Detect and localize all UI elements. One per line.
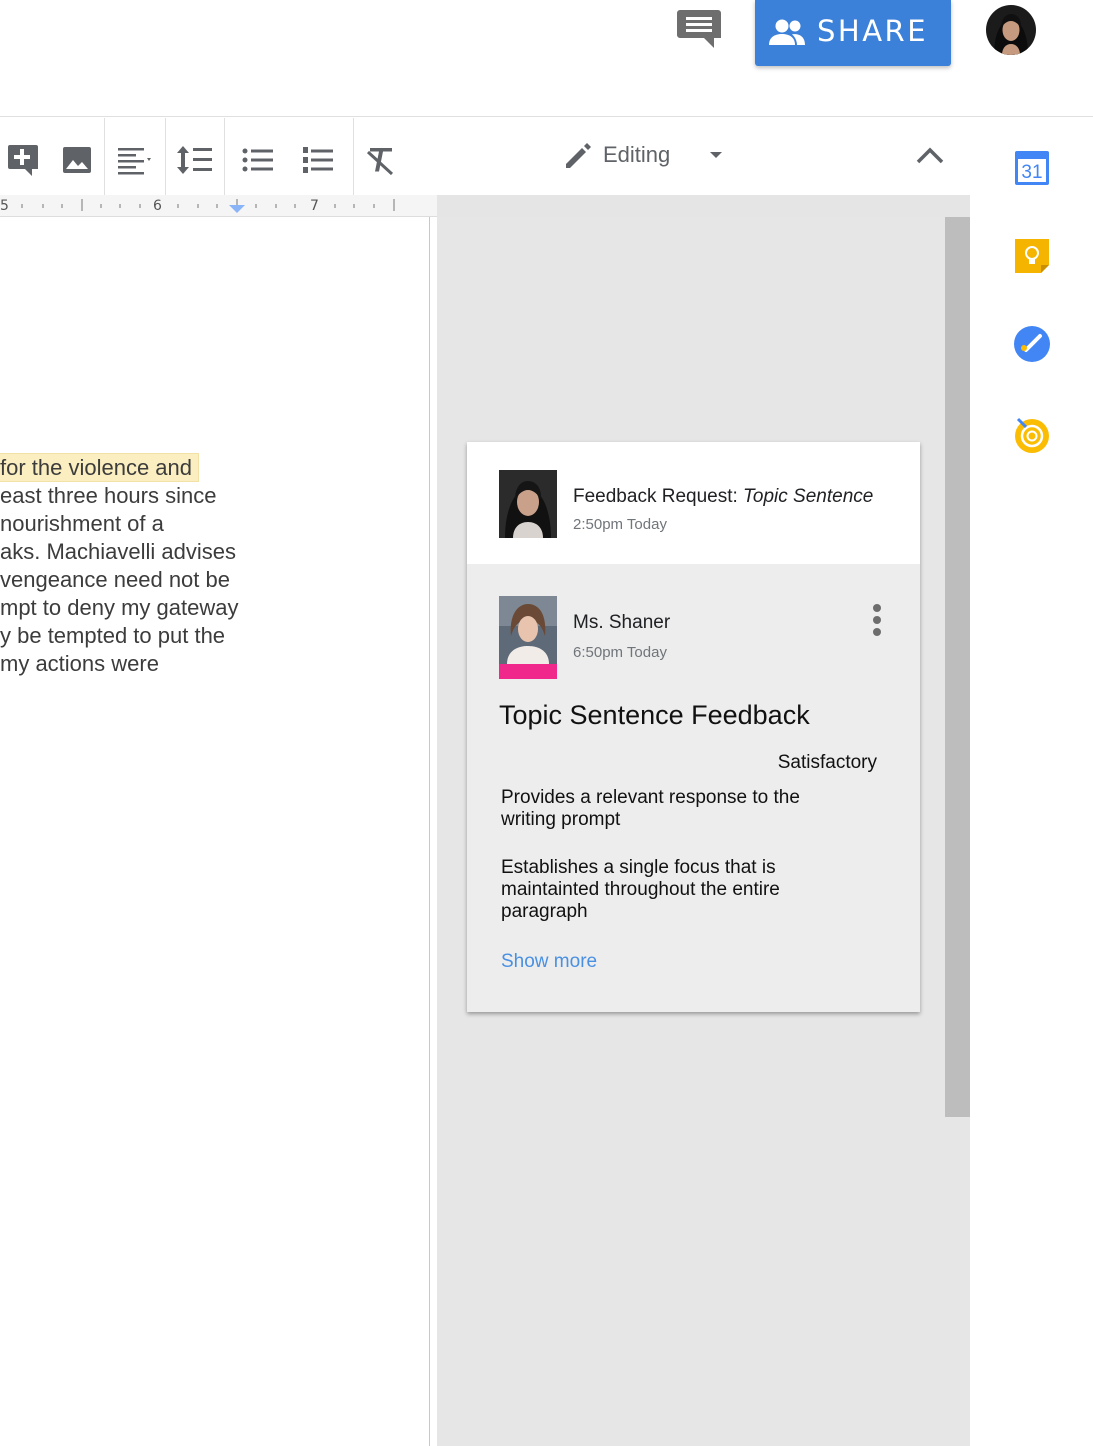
teacher-name: Ms. Shaner — [573, 612, 671, 633]
editor-toolbar: Editing — [0, 118, 970, 195]
insert-comment-icon — [8, 145, 38, 176]
insert-comment-button[interactable] — [2, 140, 42, 180]
ruler-number: 6 — [153, 198, 162, 214]
rating-label: Satisfactory — [777, 752, 877, 773]
account-avatar[interactable] — [986, 5, 1036, 55]
align-left-icon — [118, 148, 151, 175]
pencil-icon — [566, 143, 591, 168]
document-line: my actions were — [0, 651, 159, 676]
document-line: mpt to deny my gateway — [0, 595, 239, 620]
insert-image-button[interactable] — [57, 140, 97, 180]
feedback-card[interactable]: Feedback Request: Topic Sentence 2:50pm … — [467, 442, 920, 1012]
document-line: east three hours since — [0, 483, 217, 508]
criterion-item: Establishes a single focus that is maint… — [501, 857, 780, 922]
document-page[interactable] — [0, 217, 430, 1446]
dropdown-caret-icon — [710, 152, 722, 158]
document-line: y be tempted to put the — [0, 623, 226, 648]
line-spacing-icon — [177, 146, 212, 174]
keep-addon-button[interactable] — [1012, 236, 1052, 276]
student-avatar — [499, 470, 557, 538]
toolbar-divider — [165, 118, 166, 195]
bulleted-list-button[interactable] — [238, 140, 278, 180]
toolbar-divider — [224, 118, 225, 195]
ruler-ticks — [21, 199, 395, 213]
editing-mode-dropdown[interactable]: Editing — [556, 132, 740, 180]
comments-icon — [677, 10, 721, 48]
clear-formatting-icon — [366, 148, 394, 176]
document-line: aks. Machiavelli advises — [0, 539, 236, 564]
teacher-color-tag — [499, 664, 557, 679]
panel-scrollbar[interactable] — [945, 217, 970, 1117]
align-button[interactable] — [114, 140, 154, 180]
bulleted-list-icon — [242, 148, 273, 172]
horizontal-ruler[interactable]: 5 6 7 — [0, 195, 437, 217]
keep-icon — [1015, 239, 1049, 273]
request-topic: Topic Sentence — [743, 486, 874, 507]
document-body[interactable]: for the violence and east three hours si… — [0, 453, 430, 678]
criterion-item: Provides a relevant response to the writ… — [501, 787, 800, 830]
editing-mode-label: Editing — [603, 142, 671, 167]
addon-icon — [1015, 417, 1049, 453]
avatar-image — [986, 5, 1036, 55]
feedback-request-header: Feedback Request: Topic Sentence 2:50pm … — [467, 442, 920, 564]
clear-formatting-button[interactable] — [360, 140, 400, 180]
line-spacing-button[interactable] — [175, 140, 215, 180]
share-button[interactable]: SHARE — [755, 0, 951, 66]
app-header: SHARE — [0, 0, 1093, 117]
indent-marker-icon — [229, 205, 245, 213]
ruler-panel-gap — [437, 195, 970, 217]
ruler-number: 7 — [310, 198, 319, 214]
chevron-up-icon — [916, 147, 944, 164]
toolbar-divider — [353, 118, 354, 195]
show-more-link[interactable]: Show more — [501, 951, 597, 973]
addon-button[interactable] — [1012, 415, 1052, 455]
highlighted-text[interactable]: for the violence and — [0, 453, 200, 482]
document-line: for the violence and — [0, 453, 430, 482]
request-prefix: Feedback Request: — [573, 486, 738, 507]
feedback-request-title: Feedback Request: Topic Sentence — [573, 486, 873, 508]
more-options-button[interactable] — [867, 602, 887, 638]
calendar-day: 31 — [1021, 162, 1042, 183]
share-label: SHARE — [817, 14, 929, 48]
collapse-menus-button[interactable] — [910, 138, 950, 174]
toolbar-divider — [104, 118, 105, 195]
tasks-addon-button[interactable] — [1012, 324, 1052, 364]
more-vert-icon — [873, 604, 881, 612]
comments-button[interactable] — [672, 6, 726, 52]
image-icon — [63, 147, 91, 173]
document-line: vengeance need not be — [0, 567, 230, 592]
numbered-list-icon — [303, 147, 333, 173]
more-vert-icon — [873, 628, 881, 636]
document-line: nourishment of a — [0, 511, 164, 536]
request-timestamp: 2:50pm Today — [573, 516, 667, 533]
more-vert-icon — [873, 616, 881, 624]
people-icon — [769, 19, 805, 45]
feedback-title: Topic Sentence Feedback — [499, 700, 810, 730]
teacher-avatar — [499, 596, 557, 664]
numbered-list-button[interactable] — [298, 140, 338, 180]
tasks-icon — [1014, 326, 1050, 362]
ruler-number: 5 — [0, 198, 9, 214]
feedback-timestamp: 6:50pm Today — [573, 644, 667, 661]
calendar-addon-button[interactable]: 31 — [1012, 148, 1052, 188]
calendar-icon: 31 — [1015, 151, 1049, 185]
